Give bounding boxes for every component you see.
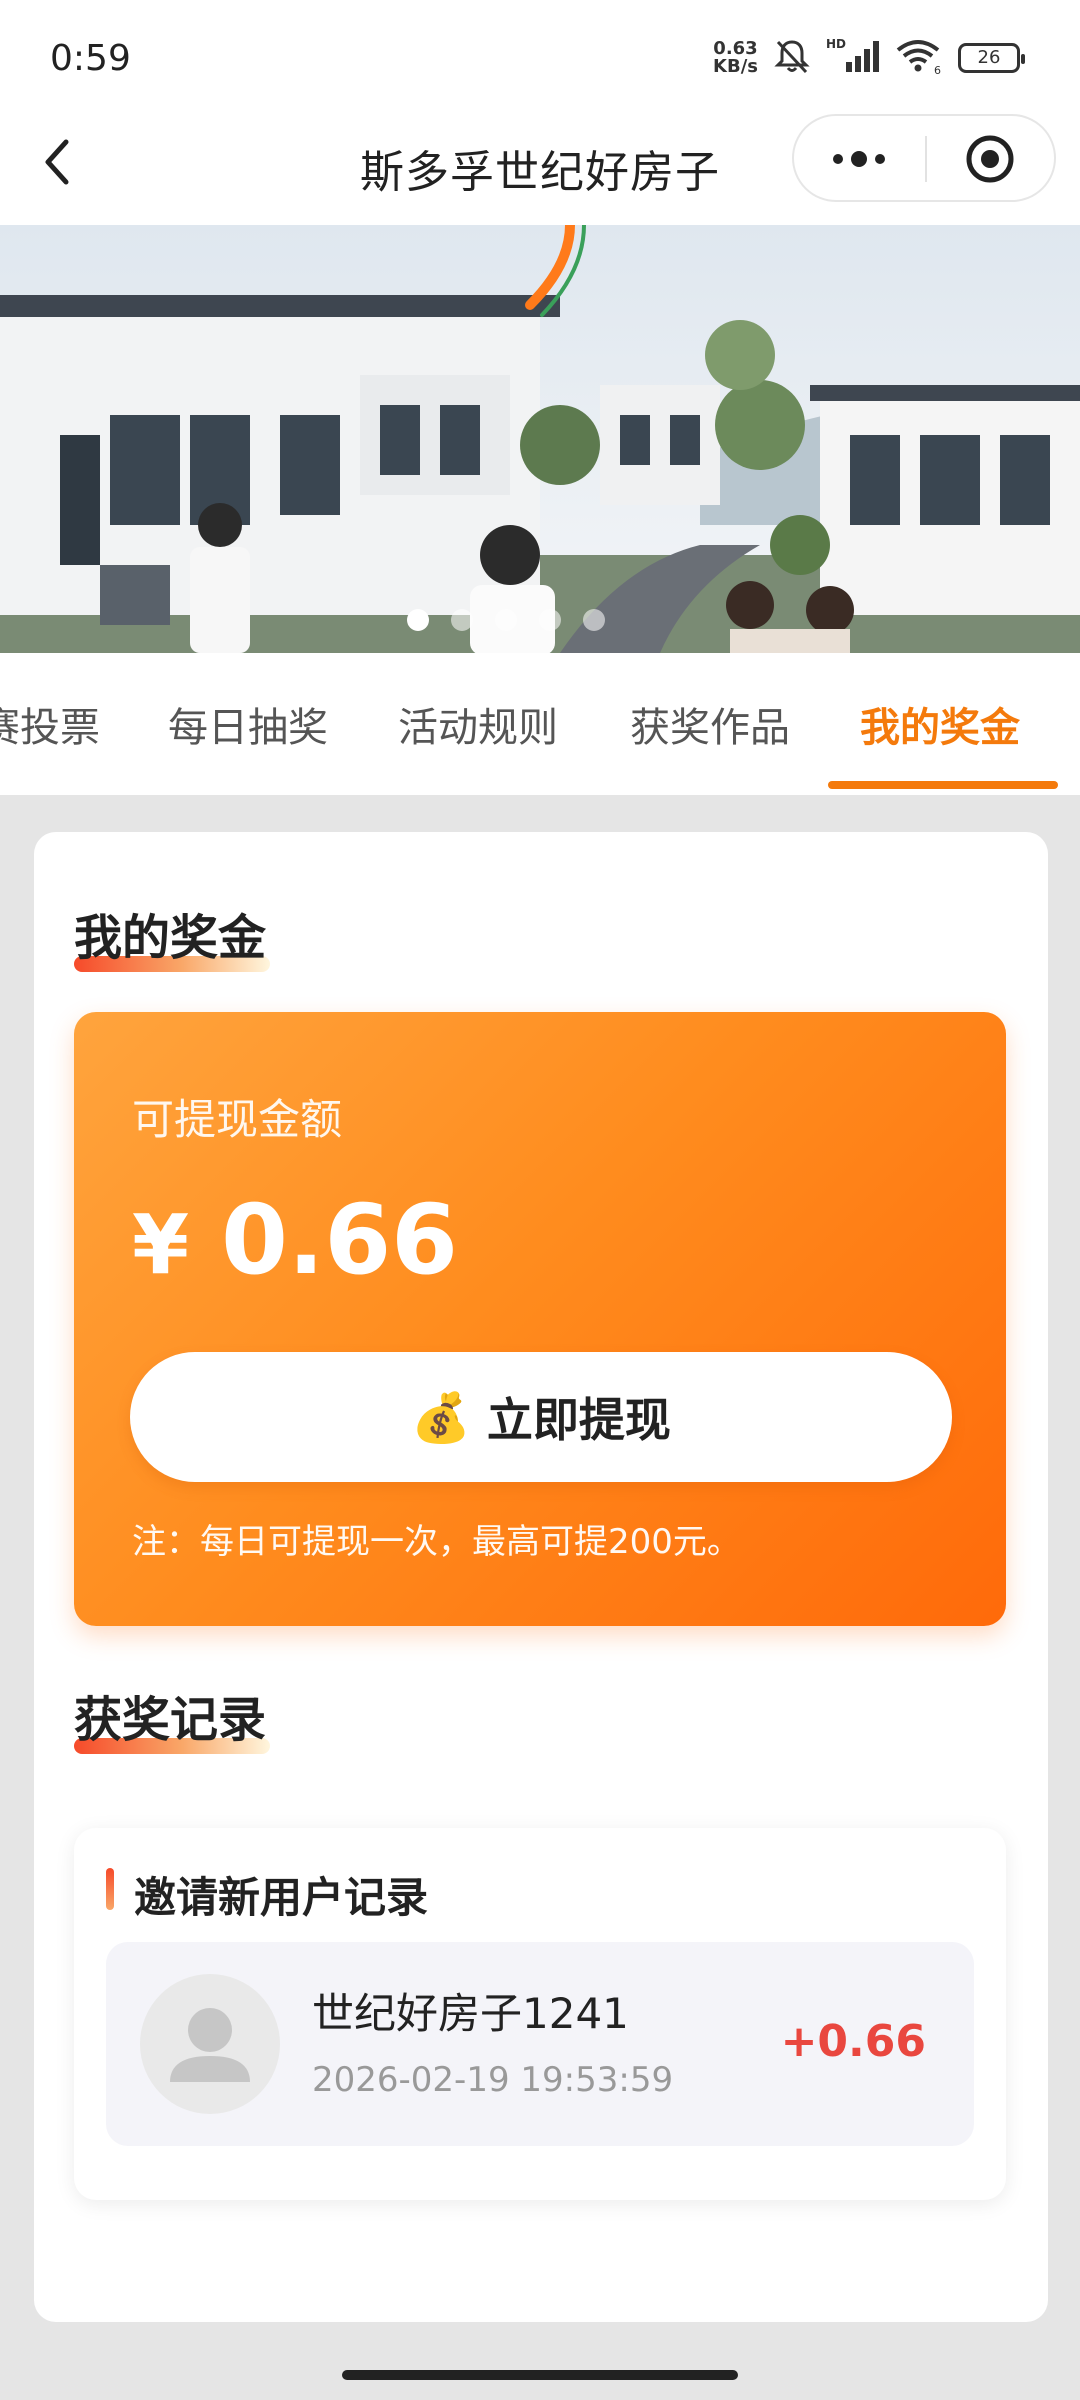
target-close-icon xyxy=(966,135,1014,183)
banner-carousel[interactable] xyxy=(0,225,1080,653)
avatar xyxy=(140,1974,280,2114)
tab-bar: 赛投票 每日抽奖 活动规则 获奖作品 我的奖金 xyxy=(0,653,1080,795)
money-bag-icon: 💰 xyxy=(411,1389,471,1446)
mute-bell-icon xyxy=(772,36,812,80)
carousel-dot[interactable] xyxy=(495,609,517,631)
close-miniprogram-button[interactable] xyxy=(964,133,1016,185)
carousel-dots xyxy=(0,609,1080,631)
more-dots-icon xyxy=(833,151,885,167)
tab-vote[interactable]: 赛投票 xyxy=(0,695,100,753)
record-amount: +0.66 xyxy=(780,2016,926,2067)
status-bar: 0:59 0.63 KB/s HD 6 26 xyxy=(0,0,1080,110)
invite-record-card: 邀请新用户记录 世纪好房子1241 2026-02-19 19:53:59 +0… xyxy=(74,1828,1006,2200)
miniprogram-capsule xyxy=(792,114,1056,202)
balance-amount: ¥0.66 xyxy=(132,1184,458,1296)
cellular-signal-icon: HD xyxy=(826,36,880,80)
bonus-panel: 我的奖金 可提现金额 ¥0.66 💰 立即提现 注：每日可提现一次，最高可提20… xyxy=(34,832,1048,2322)
withdrawable-label: 可提现金额 xyxy=(132,1095,343,1144)
network-speed: 0.63 KB/s xyxy=(713,38,758,77)
status-icons: 0.63 KB/s HD 6 26 xyxy=(713,36,1025,80)
default-user-icon xyxy=(170,2008,250,2082)
currency-symbol: ¥ xyxy=(132,1198,190,1293)
withdraw-button-label: 立即提现 xyxy=(486,1393,671,1447)
banner-image xyxy=(0,225,1080,653)
capsule-divider xyxy=(925,136,927,182)
withdraw-note: 注：每日可提现一次，最高可提200元。 xyxy=(132,1522,741,1562)
records-heading: 获奖记录 xyxy=(74,1680,270,1754)
wifi-icon: 6 xyxy=(894,36,944,80)
tab-my-bonus[interactable]: 我的奖金 xyxy=(860,695,1020,753)
carousel-dot[interactable] xyxy=(583,609,605,631)
balance-card: 可提现金额 ¥0.66 💰 立即提现 注：每日可提现一次，最高可提200元。 xyxy=(74,1012,1006,1626)
carousel-dot[interactable] xyxy=(451,609,473,631)
battery-icon: 26 xyxy=(958,43,1025,73)
active-tab-indicator xyxy=(828,781,1058,789)
svg-text:HD: HD xyxy=(826,37,846,51)
carousel-dot[interactable] xyxy=(407,609,429,631)
record-user-name: 世纪好房子1241 xyxy=(312,1989,629,2038)
tab-winning-works[interactable]: 获奖作品 xyxy=(630,695,790,753)
amount-value: 0.66 xyxy=(221,1184,458,1296)
more-button[interactable] xyxy=(824,136,894,182)
record-card-title: 邀请新用户记录 xyxy=(134,1873,429,1922)
home-indicator[interactable] xyxy=(342,2370,738,2380)
nav-bar: 斯多孚世纪好房子 xyxy=(0,110,1080,225)
svg-text:6: 6 xyxy=(934,64,941,76)
carousel-dot[interactable] xyxy=(539,609,561,631)
my-bonus-heading: 我的奖金 xyxy=(74,898,270,972)
record-timestamp: 2026-02-19 19:53:59 xyxy=(312,2060,674,2100)
list-item[interactable]: 世纪好房子1241 2026-02-19 19:53:59 +0.66 xyxy=(106,1942,974,2146)
status-time: 0:59 xyxy=(50,38,131,79)
withdraw-button[interactable]: 💰 立即提现 xyxy=(130,1352,952,1482)
tab-rules[interactable]: 活动规则 xyxy=(398,695,558,753)
tab-daily-lottery[interactable]: 每日抽奖 xyxy=(168,695,328,753)
